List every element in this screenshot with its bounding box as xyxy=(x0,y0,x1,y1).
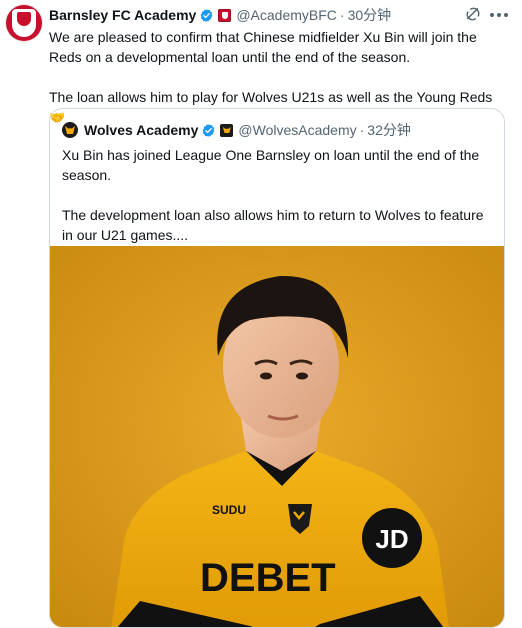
quoted-tweet-time: 32分钟 xyxy=(367,122,411,138)
grok-icon[interactable] xyxy=(464,5,482,23)
author-name[interactable]: Barnsley FC Academy xyxy=(49,7,196,23)
tweet: Barnsley FC Academy @AcademyBFC · 30分钟 W… xyxy=(0,0,522,628)
tweet-paragraph-text: The loan allows him to play for Wolves U… xyxy=(49,89,493,105)
more-options-icon[interactable] xyxy=(490,13,512,19)
quoted-author-handle: @WolvesAcademy xyxy=(238,122,357,138)
shirt-sponsor-debet: DEBET xyxy=(200,556,336,600)
verified-icon xyxy=(202,123,215,137)
author-handle[interactable]: @AcademyBFC xyxy=(236,7,337,23)
quoted-tweet-image[interactable]: JD SUDU DEBET xyxy=(50,246,504,627)
separator-dot: · xyxy=(339,7,345,23)
affiliate-badge-icon[interactable] xyxy=(218,8,232,22)
player-photo: JD SUDU DEBET xyxy=(50,246,504,627)
shirt-sponsor-jd: JD xyxy=(375,524,408,554)
quoted-tweet[interactable]: Wolves Academy @WolvesAcademy · 32分钟 Xu … xyxy=(49,108,505,628)
quoted-author-name: Wolves Academy xyxy=(84,122,199,138)
tweet-paragraph: We are pleased to confirm that Chinese m… xyxy=(49,29,477,65)
quoted-tweet-text: Xu Bin has joined League One Barnsley on… xyxy=(62,145,492,245)
tweet-time[interactable]: 30分钟 xyxy=(348,5,392,25)
shirt-brand-sudu: SUDU xyxy=(212,503,246,517)
barnsley-crest-icon xyxy=(12,9,36,37)
verified-icon xyxy=(200,8,213,22)
quoted-paragraph: Xu Bin has joined League One Barnsley on… xyxy=(62,147,480,183)
tweet-header: Barnsley FC Academy @AcademyBFC · 30分钟 xyxy=(49,6,391,24)
quoted-tweet-header: Wolves Academy @WolvesAcademy · 32分钟 xyxy=(62,121,411,139)
quoted-paragraph: The development loan also allows him to … xyxy=(62,207,484,243)
separator-dot: · xyxy=(359,122,365,138)
affiliate-badge-icon xyxy=(220,123,234,137)
author-avatar[interactable] xyxy=(6,5,42,41)
quoted-author-avatar xyxy=(62,122,78,138)
